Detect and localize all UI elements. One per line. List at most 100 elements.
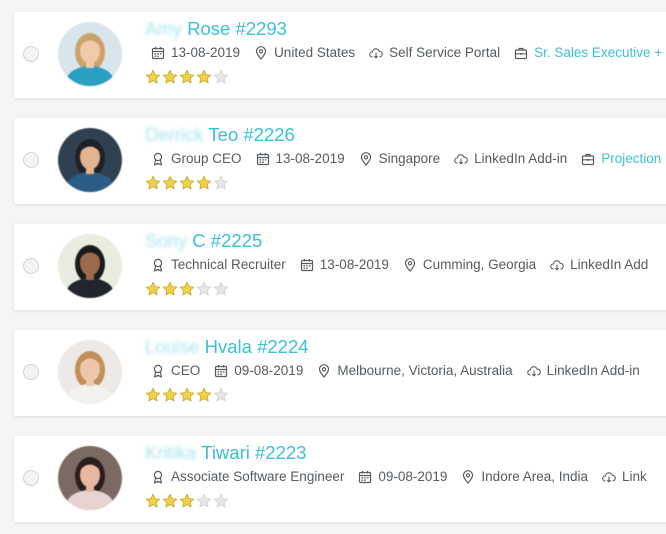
star-filled-icon[interactable]	[162, 281, 178, 297]
meta-text: 09-08-2019	[234, 363, 304, 378]
calendar-icon	[300, 258, 320, 272]
cloud-download-icon	[454, 152, 474, 166]
star-filled-icon[interactable]	[145, 281, 161, 297]
star-filled-icon[interactable]	[162, 387, 178, 403]
candidate-name-link[interactable]: Kritika Tiwari #2223	[145, 442, 306, 464]
meta-text: Link	[622, 469, 647, 484]
star-filled-icon[interactable]	[179, 69, 195, 85]
meta-item[interactable]: Sr. Sales Executive +	[514, 45, 662, 60]
meta-item: Technical Recruiter	[151, 257, 286, 272]
rating-stars[interactable]	[145, 281, 230, 297]
briefcase-icon	[581, 152, 601, 166]
star-filled-icon[interactable]	[196, 69, 212, 85]
calendar-icon	[151, 46, 171, 60]
candidate-card[interactable]: Amy Rose #2293 13-08-2019 United States Se…	[14, 12, 666, 98]
star-empty-icon[interactable]	[196, 493, 212, 509]
meta-item: CEO	[151, 363, 200, 378]
candidate-name-link[interactable]: Amy Rose #2293	[145, 18, 287, 40]
award-icon	[151, 364, 171, 378]
avatar	[58, 128, 122, 192]
meta-text: Group CEO	[171, 151, 242, 166]
meta-text: LinkedIn Add-in	[474, 151, 568, 166]
meta-text: 13-08-2019	[171, 45, 241, 60]
meta-text[interactable]: Sr. Sales Executive +	[534, 45, 662, 60]
star-filled-icon[interactable]	[162, 175, 178, 191]
location-pin-icon	[317, 363, 337, 378]
candidate-card[interactable]: Kritika Tiwari #2223 Associate Software …	[14, 436, 666, 522]
meta-item: 13-08-2019	[300, 257, 389, 272]
rating-stars[interactable]	[145, 175, 230, 191]
star-filled-icon[interactable]	[145, 69, 161, 85]
calendar-icon	[256, 152, 276, 166]
meta-item: 09-08-2019	[358, 469, 447, 484]
star-filled-icon[interactable]	[196, 387, 212, 403]
star-empty-icon[interactable]	[196, 281, 212, 297]
briefcase-icon	[514, 46, 534, 60]
meta-item: Associate Software Engineer	[151, 469, 344, 484]
select-radio[interactable]	[23, 258, 39, 274]
star-empty-icon[interactable]	[213, 493, 229, 509]
star-filled-icon[interactable]	[162, 493, 178, 509]
candidate-first-name: Louise	[145, 336, 200, 357]
star-empty-icon[interactable]	[213, 175, 229, 191]
meta-text: Melbourne, Victoria, Australia	[337, 363, 513, 378]
meta-text: 13-08-2019	[319, 257, 389, 272]
meta-item: Self Service Portal	[369, 45, 500, 60]
star-filled-icon[interactable]	[179, 281, 195, 297]
rating-stars[interactable]	[145, 493, 230, 509]
select-radio[interactable]	[23, 470, 39, 486]
candidate-card[interactable]: Louise Hvala #2224 CEO 09-08-2019 Melbourn…	[14, 330, 666, 416]
candidate-meta: Associate Software Engineer 09-08-2019 Ind…	[151, 469, 661, 484]
star-empty-icon[interactable]	[213, 281, 229, 297]
candidate-name-link[interactable]: Sony C #2225	[145, 230, 262, 252]
select-radio[interactable]	[23, 152, 39, 168]
candidate-name-link[interactable]: Louise Hvala #2224	[145, 336, 309, 358]
award-icon	[151, 258, 171, 272]
location-pin-icon	[254, 45, 274, 60]
meta-text: LinkedIn Add	[570, 257, 649, 272]
meta-text: CEO	[171, 363, 201, 378]
candidate-first-name: Kritika	[145, 442, 197, 463]
candidate-card[interactable]: Derrick Teo #2226 Group CEO 13-08-2019 Sin…	[14, 118, 666, 204]
calendar-icon	[214, 364, 234, 378]
meta-text[interactable]: Projection	[601, 151, 661, 166]
meta-text: Indore Area, India	[481, 469, 588, 484]
cloud-download-icon	[369, 46, 389, 60]
meta-item: LinkedIn Add-in	[454, 151, 567, 166]
meta-text: Cumming, Georgia	[422, 257, 537, 272]
avatar	[58, 340, 122, 404]
star-filled-icon[interactable]	[145, 175, 161, 191]
candidate-last-name-id: C #2225	[187, 230, 263, 251]
meta-text: 09-08-2019	[378, 469, 448, 484]
meta-item: 13-08-2019	[151, 45, 240, 60]
star-empty-icon[interactable]	[213, 387, 229, 403]
candidate-name-link[interactable]: Derrick Teo #2226	[145, 124, 295, 146]
star-filled-icon[interactable]	[145, 387, 161, 403]
calendar-icon	[358, 470, 378, 484]
meta-text: Singapore	[378, 151, 441, 166]
candidate-last-name-id: Teo #2226	[203, 124, 295, 145]
meta-item: Indore Area, India	[461, 469, 588, 484]
rating-stars[interactable]	[145, 387, 230, 403]
star-filled-icon[interactable]	[179, 175, 195, 191]
star-filled-icon[interactable]	[196, 175, 212, 191]
meta-item: United States	[254, 45, 355, 60]
award-icon	[151, 152, 171, 166]
star-empty-icon[interactable]	[213, 69, 229, 85]
select-radio[interactable]	[23, 46, 39, 62]
candidate-card[interactable]: Sony C #2225 Technical Recruiter 13-08-20…	[14, 224, 666, 310]
star-filled-icon[interactable]	[145, 493, 161, 509]
select-radio[interactable]	[23, 364, 39, 380]
star-filled-icon[interactable]	[179, 387, 195, 403]
star-filled-icon[interactable]	[162, 69, 178, 85]
meta-item[interactable]: Projection	[581, 151, 661, 166]
avatar	[58, 234, 122, 298]
candidate-meta: 13-08-2019 United States Self Service Port…	[151, 45, 666, 60]
avatar	[58, 446, 122, 510]
star-filled-icon[interactable]	[179, 493, 195, 509]
rating-stars[interactable]	[145, 69, 230, 85]
location-pin-icon	[403, 257, 423, 272]
location-pin-icon	[359, 151, 379, 166]
candidate-list: Amy Rose #2293 13-08-2019 United States Se…	[0, 0, 666, 534]
candidate-last-name-id: Hvala #2224	[199, 336, 309, 357]
